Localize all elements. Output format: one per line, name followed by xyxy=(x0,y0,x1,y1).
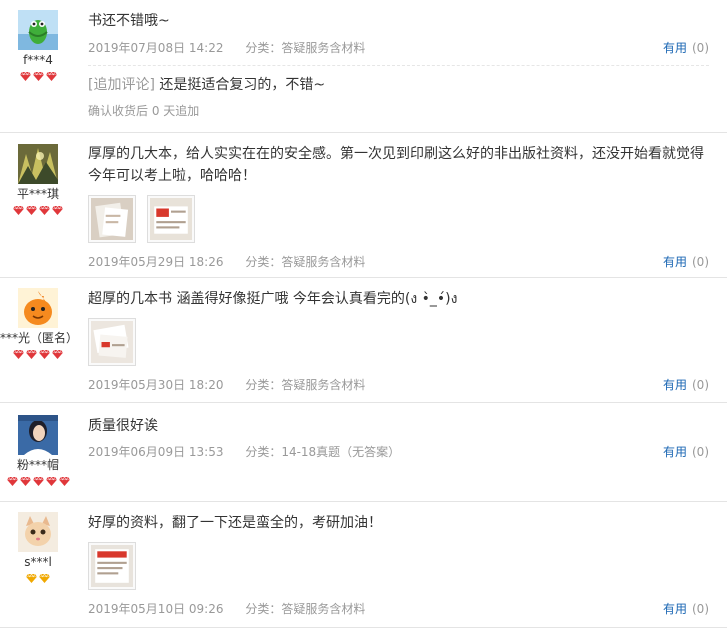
review-text: 书还不错哦~ xyxy=(88,13,170,29)
avatar[interactable] xyxy=(18,288,58,328)
review-category: 分类：答疑服务含材料 xyxy=(245,602,366,616)
followup-meta: 确认收货后 0 天追加 xyxy=(88,104,200,118)
helpful-button[interactable]: 有用 xyxy=(663,602,687,616)
level-gem-icon xyxy=(39,350,50,359)
level-gem-icon xyxy=(39,206,50,215)
level-gem-icon xyxy=(26,574,37,583)
review-item: s***l 好厚的资料，翻了一下还是蛮全的，考研加油！ 2019年05月10日 … xyxy=(0,502,727,628)
reviewer: 粉***帽 xyxy=(0,415,76,486)
level-gem-icon xyxy=(45,477,57,486)
avatar[interactable] xyxy=(18,144,58,184)
reviewer: f***4 xyxy=(0,10,76,81)
review-meta: 2019年05月30日 18:20 分类：答疑服务含材料 有用 (0) xyxy=(88,376,709,394)
review-photo[interactable] xyxy=(147,195,196,243)
review-date: 2019年05月10日 09:26 xyxy=(88,602,224,616)
helpful-count: (0) xyxy=(692,378,709,392)
reviewer-name: 平***琪 xyxy=(16,187,59,201)
review-photo[interactable] xyxy=(88,195,136,243)
reviewer-level xyxy=(0,71,76,81)
level-gem-icon xyxy=(32,477,44,486)
helpful-button[interactable]: 有用 xyxy=(663,255,687,269)
review-item: ***光（匿名） 超厚的几本书 涵盖得好像挺广哦 今年会认真看完的(ง •̀_•… xyxy=(0,278,727,403)
reviewer-name: ***光（匿名） xyxy=(0,331,79,345)
helpful-count: (0) xyxy=(692,602,709,616)
level-gem-icon xyxy=(45,72,57,81)
level-gem-icon xyxy=(52,350,63,359)
review-date: 2019年05月29日 18:26 xyxy=(88,255,224,269)
level-gem-icon xyxy=(19,477,31,486)
helpful-button[interactable]: 有用 xyxy=(663,378,687,392)
level-gem-icon xyxy=(58,477,70,486)
reviewer: ***光（匿名） xyxy=(0,288,79,359)
level-gem-icon xyxy=(13,350,24,359)
reviewer-name: f***4 xyxy=(23,53,53,67)
level-gem-icon xyxy=(13,206,24,215)
review-text: 厚厚的几大本，给人实实在在的安全感。第一次见到印刷这么好的非出版社资料，还没开始… xyxy=(88,146,704,184)
reviewer-level xyxy=(0,349,76,359)
review-photo[interactable] xyxy=(88,318,136,366)
level-gem-icon xyxy=(26,206,37,215)
avatar[interactable] xyxy=(18,512,58,552)
followup-text: 还是挺适合复习的，不错~ xyxy=(159,77,326,93)
reviewer-name: s***l xyxy=(24,555,52,569)
review-category: 分类：答疑服务含材料 xyxy=(245,41,366,55)
helpful-control: 有用 (0) xyxy=(663,443,709,461)
avatar[interactable] xyxy=(18,10,58,50)
review-photos xyxy=(88,195,709,243)
review-text: 质量很好诶 xyxy=(88,418,158,434)
reviewer-level xyxy=(0,205,76,215)
review-photos xyxy=(88,542,709,590)
helpful-count: (0) xyxy=(692,255,709,269)
review-item: 平***琪 厚厚的几大本，给人实实在在的安全感。第一次见到印刷这么好的非出版社资… xyxy=(0,133,727,278)
helpful-control: 有用 (0) xyxy=(663,600,709,618)
review-photo[interactable] xyxy=(88,542,136,590)
reviewer: 平***琪 xyxy=(0,144,76,215)
review-text: 超厚的几本书 涵盖得好像挺广哦 今年会认真看完的(ง •̀_•́)ง xyxy=(88,291,458,307)
review-category: 分类：答疑服务含材料 xyxy=(245,378,366,392)
helpful-control: 有用 (0) xyxy=(663,253,709,271)
review-category: 分类：14-18真题（无答案） xyxy=(245,445,401,459)
review-date: 2019年07月08日 14:22 xyxy=(88,41,224,55)
review-photos xyxy=(88,318,709,366)
level-gem-icon xyxy=(52,206,63,215)
review-meta: 2019年05月29日 18:26 分类：答疑服务含材料 有用 (0) xyxy=(88,253,709,271)
helpful-button[interactable]: 有用 xyxy=(663,445,687,459)
avatar[interactable] xyxy=(18,415,58,455)
level-gem-icon xyxy=(6,477,18,486)
review-date: 2019年06月09日 13:53 xyxy=(88,445,224,459)
helpful-count: (0) xyxy=(692,445,709,459)
review-text: 好厚的资料，翻了一下还是蛮全的，考研加油！ xyxy=(88,515,382,531)
helpful-button[interactable]: 有用 xyxy=(663,41,687,55)
review-item: f***4 书还不错哦~ 2019年07月08日 14:22 分类：答疑服务含材… xyxy=(0,0,727,133)
followup-review: [追加评论] 还是挺适合复习的，不错~ 确认收货后 0 天追加 xyxy=(88,65,709,119)
review-date: 2019年05月30日 18:20 xyxy=(88,378,224,392)
reviewer: s***l xyxy=(0,512,76,583)
helpful-control: 有用 (0) xyxy=(663,39,709,57)
level-gem-icon xyxy=(32,72,44,81)
review-category: 分类：答疑服务含材料 xyxy=(245,255,366,269)
review-meta: 2019年06月09日 13:53 分类：14-18真题（无答案） 有用 (0) xyxy=(88,443,709,461)
reviewer-level xyxy=(0,476,76,486)
level-gem-icon xyxy=(19,72,31,81)
helpful-control: 有用 (0) xyxy=(663,376,709,394)
review-meta: 2019年05月10日 09:26 分类：答疑服务含材料 有用 (0) xyxy=(88,600,709,618)
level-gem-icon xyxy=(26,350,37,359)
followup-tag: [追加评论] xyxy=(88,77,155,93)
reviewer-level xyxy=(0,573,76,583)
review-meta: 2019年07月08日 14:22 分类：答疑服务含材料 有用 (0) xyxy=(88,39,709,57)
review-item: 粉***帽 质量很好诶 2019年06月09日 13:53 分类：14-18真题… xyxy=(0,403,727,502)
helpful-count: (0) xyxy=(692,41,709,55)
reviewer-name: 粉***帽 xyxy=(16,458,59,472)
level-gem-icon xyxy=(39,574,50,583)
